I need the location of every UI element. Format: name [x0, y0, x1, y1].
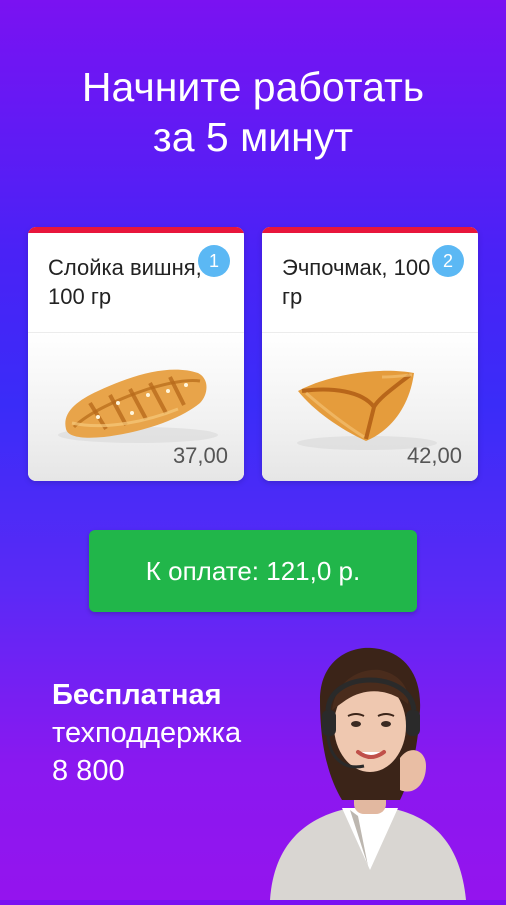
headline: Начните работать за 5 минут: [0, 62, 506, 162]
card-accent-bar: [262, 227, 478, 233]
support-phone: 8 800: [52, 755, 125, 787]
product-card-echpochmak[interactable]: Эчпочмак, 100 гр 2 42,00: [262, 227, 478, 481]
support-subtitle: техподдержка: [52, 717, 242, 749]
pay-button[interactable]: К оплате: 121,0 р.: [89, 530, 417, 612]
quantity-badge: 1: [198, 245, 230, 277]
product-name: Эчпочмак, 100 гр: [282, 255, 431, 309]
headline-line-2: за 5 минут: [152, 114, 354, 160]
product-card-slojka[interactable]: Слойка вишня, 100 гр 1 37,00: [28, 227, 244, 481]
product-name: Слойка вишня, 100 гр: [48, 255, 202, 309]
headline-line-1: Начните работать: [81, 64, 425, 110]
product-price: 37,00: [172, 443, 228, 468]
product-price: 42,00: [406, 443, 462, 468]
quantity-badge: 2: [432, 245, 464, 277]
support-title: Бесплатная: [52, 679, 222, 711]
card-accent-bar: [28, 227, 244, 233]
support-operator-illustration: [250, 640, 470, 905]
support-info: Бесплатная техподдержка 8 800: [52, 676, 241, 790]
